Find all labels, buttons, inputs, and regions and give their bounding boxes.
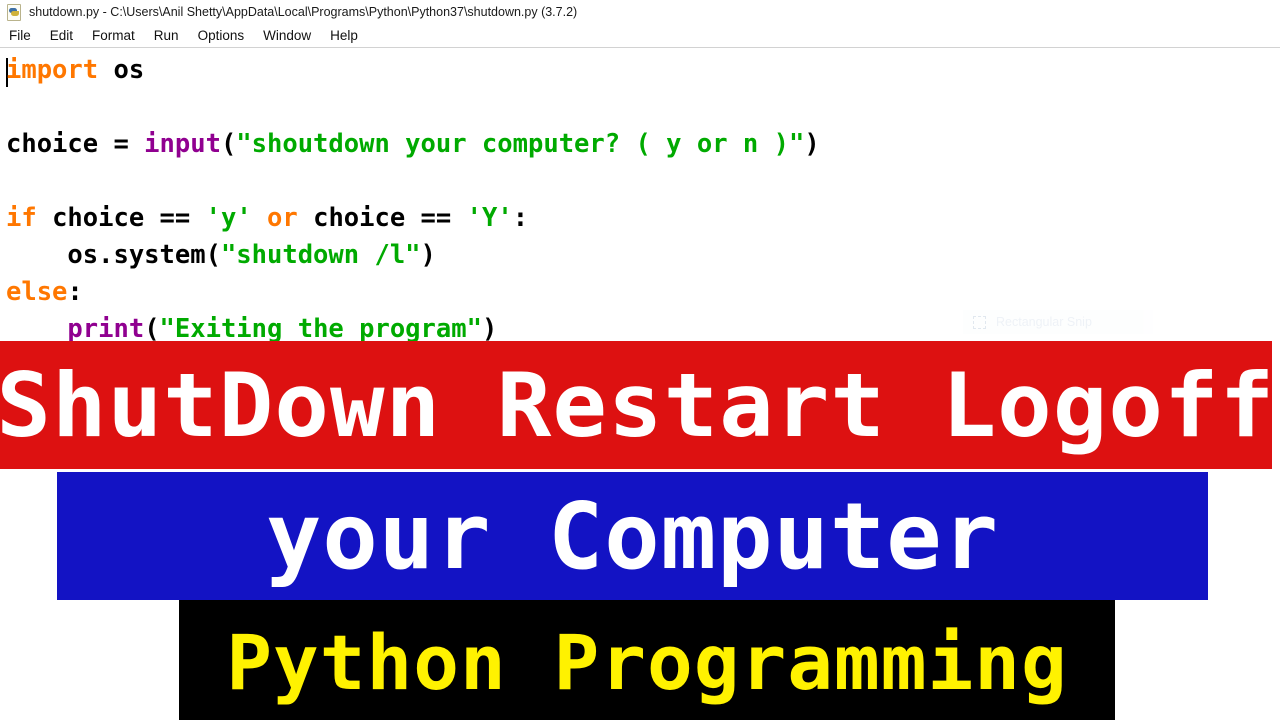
banner-shutdown-restart-logoff: ShutDown Restart Logoff [0, 341, 1272, 469]
code-token: choice == [36, 203, 206, 233]
code-token: if [6, 203, 37, 233]
window-title: shutdown.py - C:\Users\Anil Shetty\AppDa… [29, 5, 578, 19]
code-token: "shoutdown your computer? ( y or n )" [236, 129, 805, 159]
menu-item-options[interactable]: Options [198, 28, 245, 43]
rectangular-snip-tooltip: Rectangular Snip [963, 310, 1153, 334]
code-token: import [6, 55, 99, 85]
code-token: ) [420, 240, 436, 270]
code-token: choice = [6, 129, 145, 159]
banner-red-text: ShutDown Restart Logoff [0, 353, 1272, 457]
rectangular-snip-label: Rectangular Snip [996, 315, 1092, 329]
code-token: 'y' [205, 203, 252, 233]
code-token: else [6, 277, 68, 307]
banner-your-computer: your Computer [57, 472, 1208, 600]
rectangular-snip-icon [973, 315, 986, 329]
code-token: "shutdown /l" [220, 240, 421, 270]
code-token: ) [804, 129, 820, 159]
menu-item-format[interactable]: Format [92, 28, 135, 43]
banner-python-programming: Python Programming [179, 600, 1115, 720]
banner-blue-text: your Computer [265, 482, 1000, 590]
code-token: print [67, 314, 145, 344]
code-token: : [512, 203, 529, 233]
menu-item-file[interactable]: File [9, 28, 31, 43]
code-token: ( [144, 314, 160, 344]
code-token: choice == [313, 203, 467, 233]
code-token: ) [481, 314, 498, 344]
menu-item-help[interactable]: Help [330, 28, 358, 43]
code-token: : [67, 277, 83, 307]
menu-item-edit[interactable]: Edit [50, 28, 73, 43]
source-code: import os choice = input("shoutdown your… [6, 52, 820, 348]
code-token: 'Y' [466, 203, 513, 233]
menu-bar: File Edit Format Run Options Window Help [0, 24, 1280, 47]
code-token: input [144, 129, 221, 159]
code-token: or [251, 203, 314, 233]
menu-item-run[interactable]: Run [154, 28, 179, 43]
banner-black-text: Python Programming [226, 618, 1068, 707]
code-token: "Exiting the program" [159, 314, 482, 344]
python-idle-file-icon [6, 4, 22, 21]
code-token: os [98, 55, 145, 85]
menu-item-window[interactable]: Window [263, 28, 311, 43]
code-token: ( [220, 129, 237, 159]
title-bar: shutdown.py - C:\Users\Anil Shetty\AppDa… [0, 0, 1280, 24]
code-token: os.system( [6, 240, 221, 270]
